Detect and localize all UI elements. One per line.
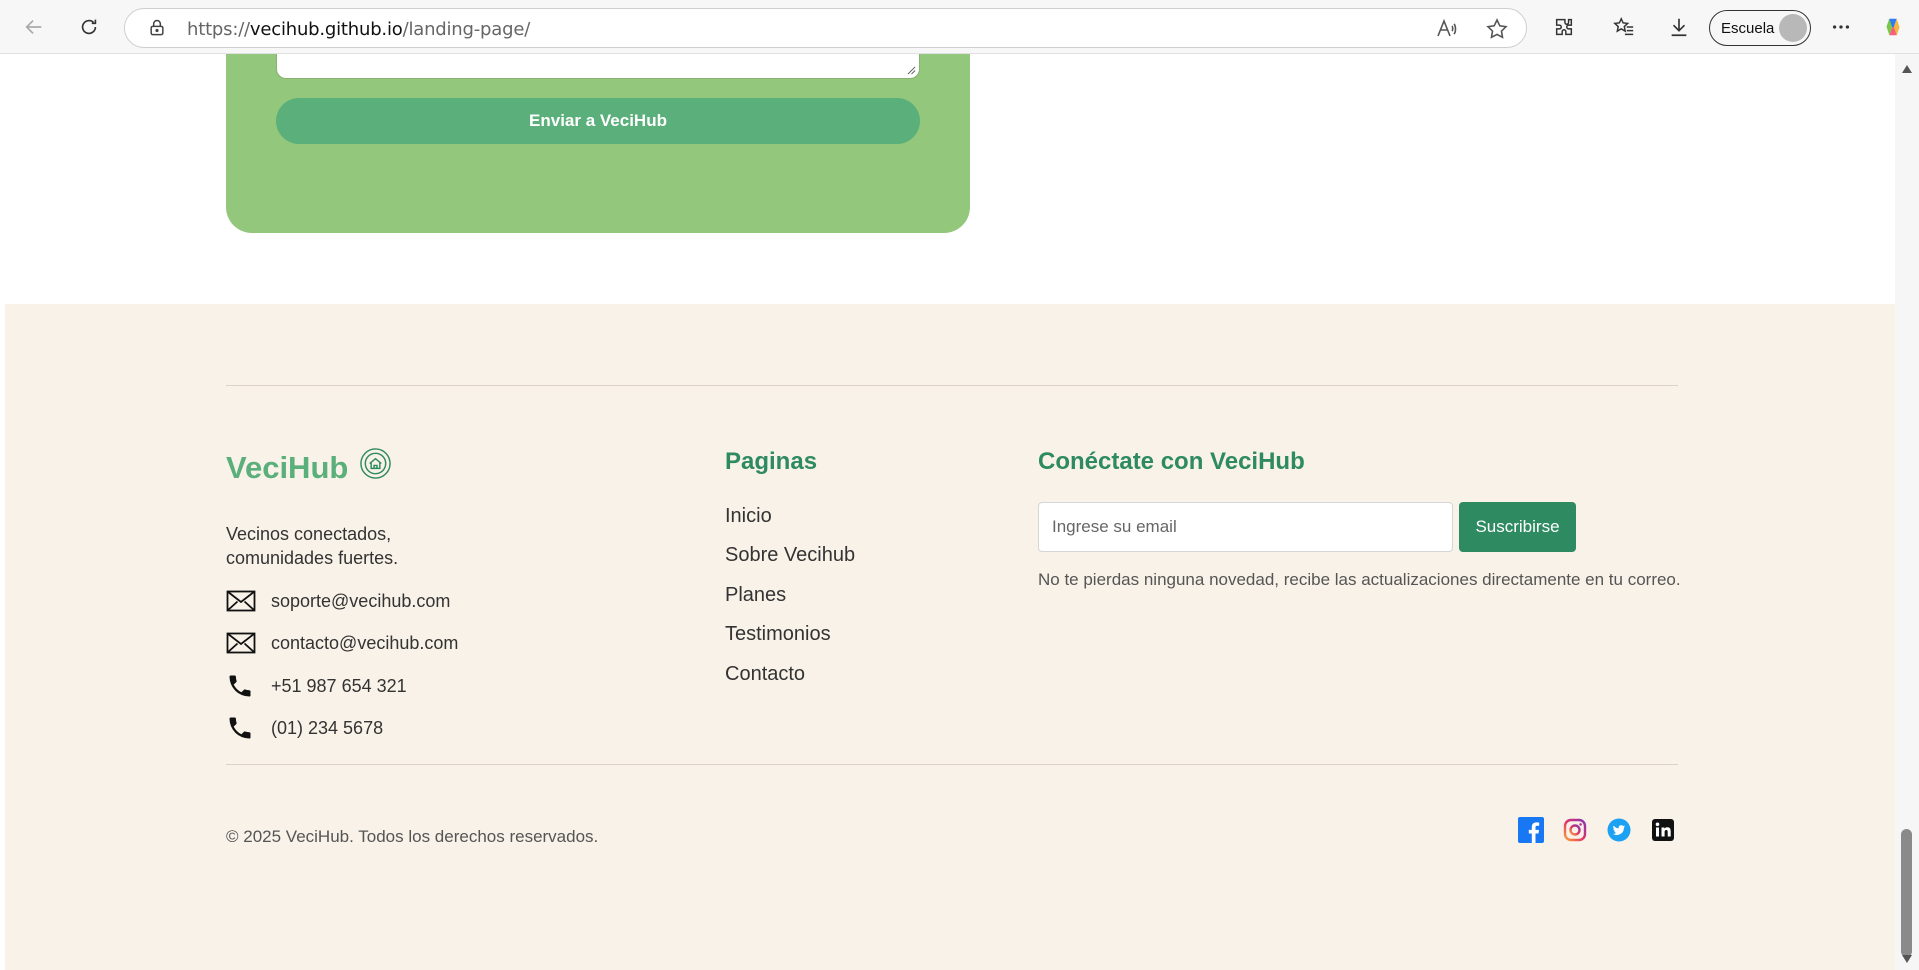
contact-email-info[interactable]: contacto@vecihub.com <box>226 628 458 658</box>
favorites-list-icon[interactable] <box>1608 11 1640 43</box>
address-bar[interactable]: https://vecihub.github.io/landing-page/ <box>124 8 1527 48</box>
contact-form-card: Enviar a VeciHub <box>226 54 970 233</box>
newsletter-email-input[interactable]: Ingrese su email <box>1038 502 1453 552</box>
footer-brand: VeciHub <box>226 450 349 485</box>
subscribe-button[interactable]: Suscribirse <box>1459 502 1576 552</box>
copilot-icon[interactable] <box>1877 11 1909 43</box>
favorite-star-icon[interactable] <box>1485 17 1509 41</box>
send-button[interactable]: Enviar a VeciHub <box>276 98 920 144</box>
footer-link-inicio[interactable]: Inicio <box>725 505 772 528</box>
copyright-text: © 2025 VeciHub. Todos los derechos reser… <box>226 827 599 846</box>
scroll-up-arrow-icon[interactable] <box>1901 64 1913 74</box>
refresh-icon[interactable] <box>73 11 105 43</box>
connect-heading: Conéctate con VeciHub <box>1038 448 1305 475</box>
profile-label: Escuela <box>1721 19 1775 37</box>
contact-phone-mobile[interactable]: +51 987 654 321 <box>226 671 407 701</box>
more-options-icon[interactable] <box>1825 11 1857 43</box>
extensions-icon[interactable] <box>1548 11 1580 43</box>
footer-link-testimonios[interactable]: Testimonios <box>725 623 831 646</box>
resize-handle-icon[interactable] <box>907 66 916 75</box>
footer-top-divider <box>226 385 1678 386</box>
lock-icon <box>150 19 164 36</box>
footer: VeciHub Vecinos conectados, comunidades … <box>5 304 1895 970</box>
phone-icon <box>226 671 258 701</box>
scroll-down-arrow-icon[interactable] <box>1901 954 1913 964</box>
phone-icon <box>226 713 258 743</box>
footer-link-sobre[interactable]: Sobre Vecihub <box>725 544 855 567</box>
back-icon[interactable] <box>18 11 50 43</box>
message-textarea[interactable] <box>276 54 920 79</box>
footer-link-planes[interactable]: Planes <box>725 584 786 607</box>
footer-bottom-divider <box>226 764 1678 765</box>
newsletter-note: No te pierdas ninguna novedad, recibe la… <box>1038 570 1681 589</box>
twitter-icon[interactable] <box>1605 816 1633 844</box>
community-home-icon <box>360 448 391 479</box>
url-text: https://vecihub.github.io/landing-page/ <box>187 19 531 40</box>
page-viewport: Enviar a VeciHub VeciHub Vecinos conecta… <box>5 54 1895 970</box>
page-scrollbar[interactable] <box>1895 54 1919 970</box>
browser-toolbar: https://vecihub.github.io/landing-page/ … <box>0 0 1919 54</box>
profile-button[interactable]: Escuela <box>1709 10 1811 46</box>
instagram-icon[interactable] <box>1561 816 1589 844</box>
read-aloud-icon[interactable] <box>1435 17 1459 41</box>
envelope-icon <box>226 628 258 658</box>
download-icon[interactable] <box>1663 11 1695 43</box>
pages-heading: Paginas <box>725 448 818 475</box>
linkedin-icon[interactable] <box>1649 816 1677 844</box>
avatar <box>1779 14 1807 42</box>
contact-phone-landline[interactable]: (01) 234 5678 <box>226 713 383 743</box>
facebook-icon[interactable] <box>1517 816 1545 844</box>
envelope-icon <box>226 586 258 616</box>
contact-email-support[interactable]: soporte@vecihub.com <box>226 586 450 616</box>
footer-tagline: Vecinos conectados, comunidades fuertes. <box>226 524 399 568</box>
footer-link-contacto[interactable]: Contacto <box>725 663 805 686</box>
scrollbar-thumb[interactable] <box>1901 829 1912 957</box>
